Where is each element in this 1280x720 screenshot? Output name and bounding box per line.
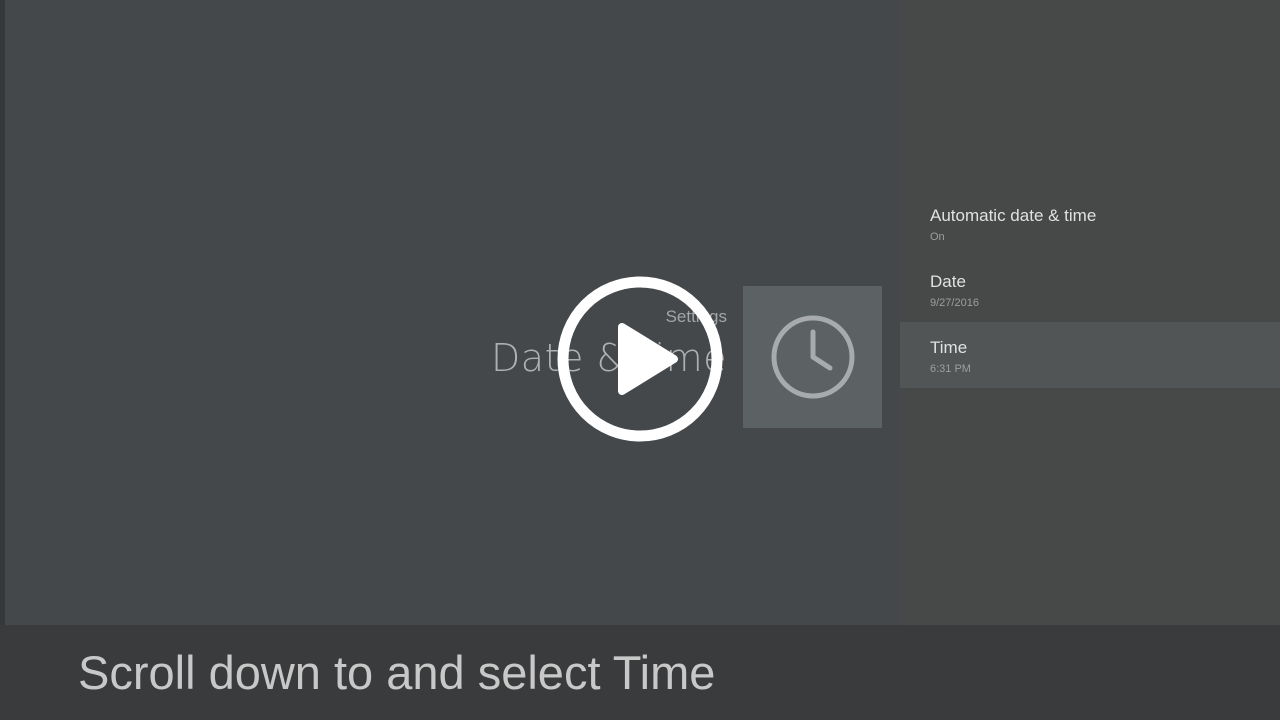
play-icon [557,276,723,442]
play-button[interactable] [556,275,724,443]
clock-icon [771,315,854,399]
date-time-menu: Automatic date & time On Date 9/27/2016 … [900,190,1280,388]
menu-item-title: Automatic date & time [930,206,1097,225]
menu-item-title: Date [930,272,966,291]
caption-text: Scroll down to and select Time [78,646,716,699]
menu-item-date[interactable]: Date 9/27/2016 [900,256,1280,322]
video-screen: Settings Date & time Automatic date & ti… [0,0,1280,720]
menu-item-title: Time [930,338,968,357]
menu-item-subtitle: 6:31 PM [930,363,971,375]
menu-item-subtitle: On [930,231,945,243]
menu-item-automatic-date-time[interactable]: Automatic date & time On [900,190,1280,256]
menu-item-time[interactable]: Time 6:31 PM [900,322,1280,388]
clock-tile [743,286,882,428]
menu-item-subtitle: 9/27/2016 [930,297,979,309]
